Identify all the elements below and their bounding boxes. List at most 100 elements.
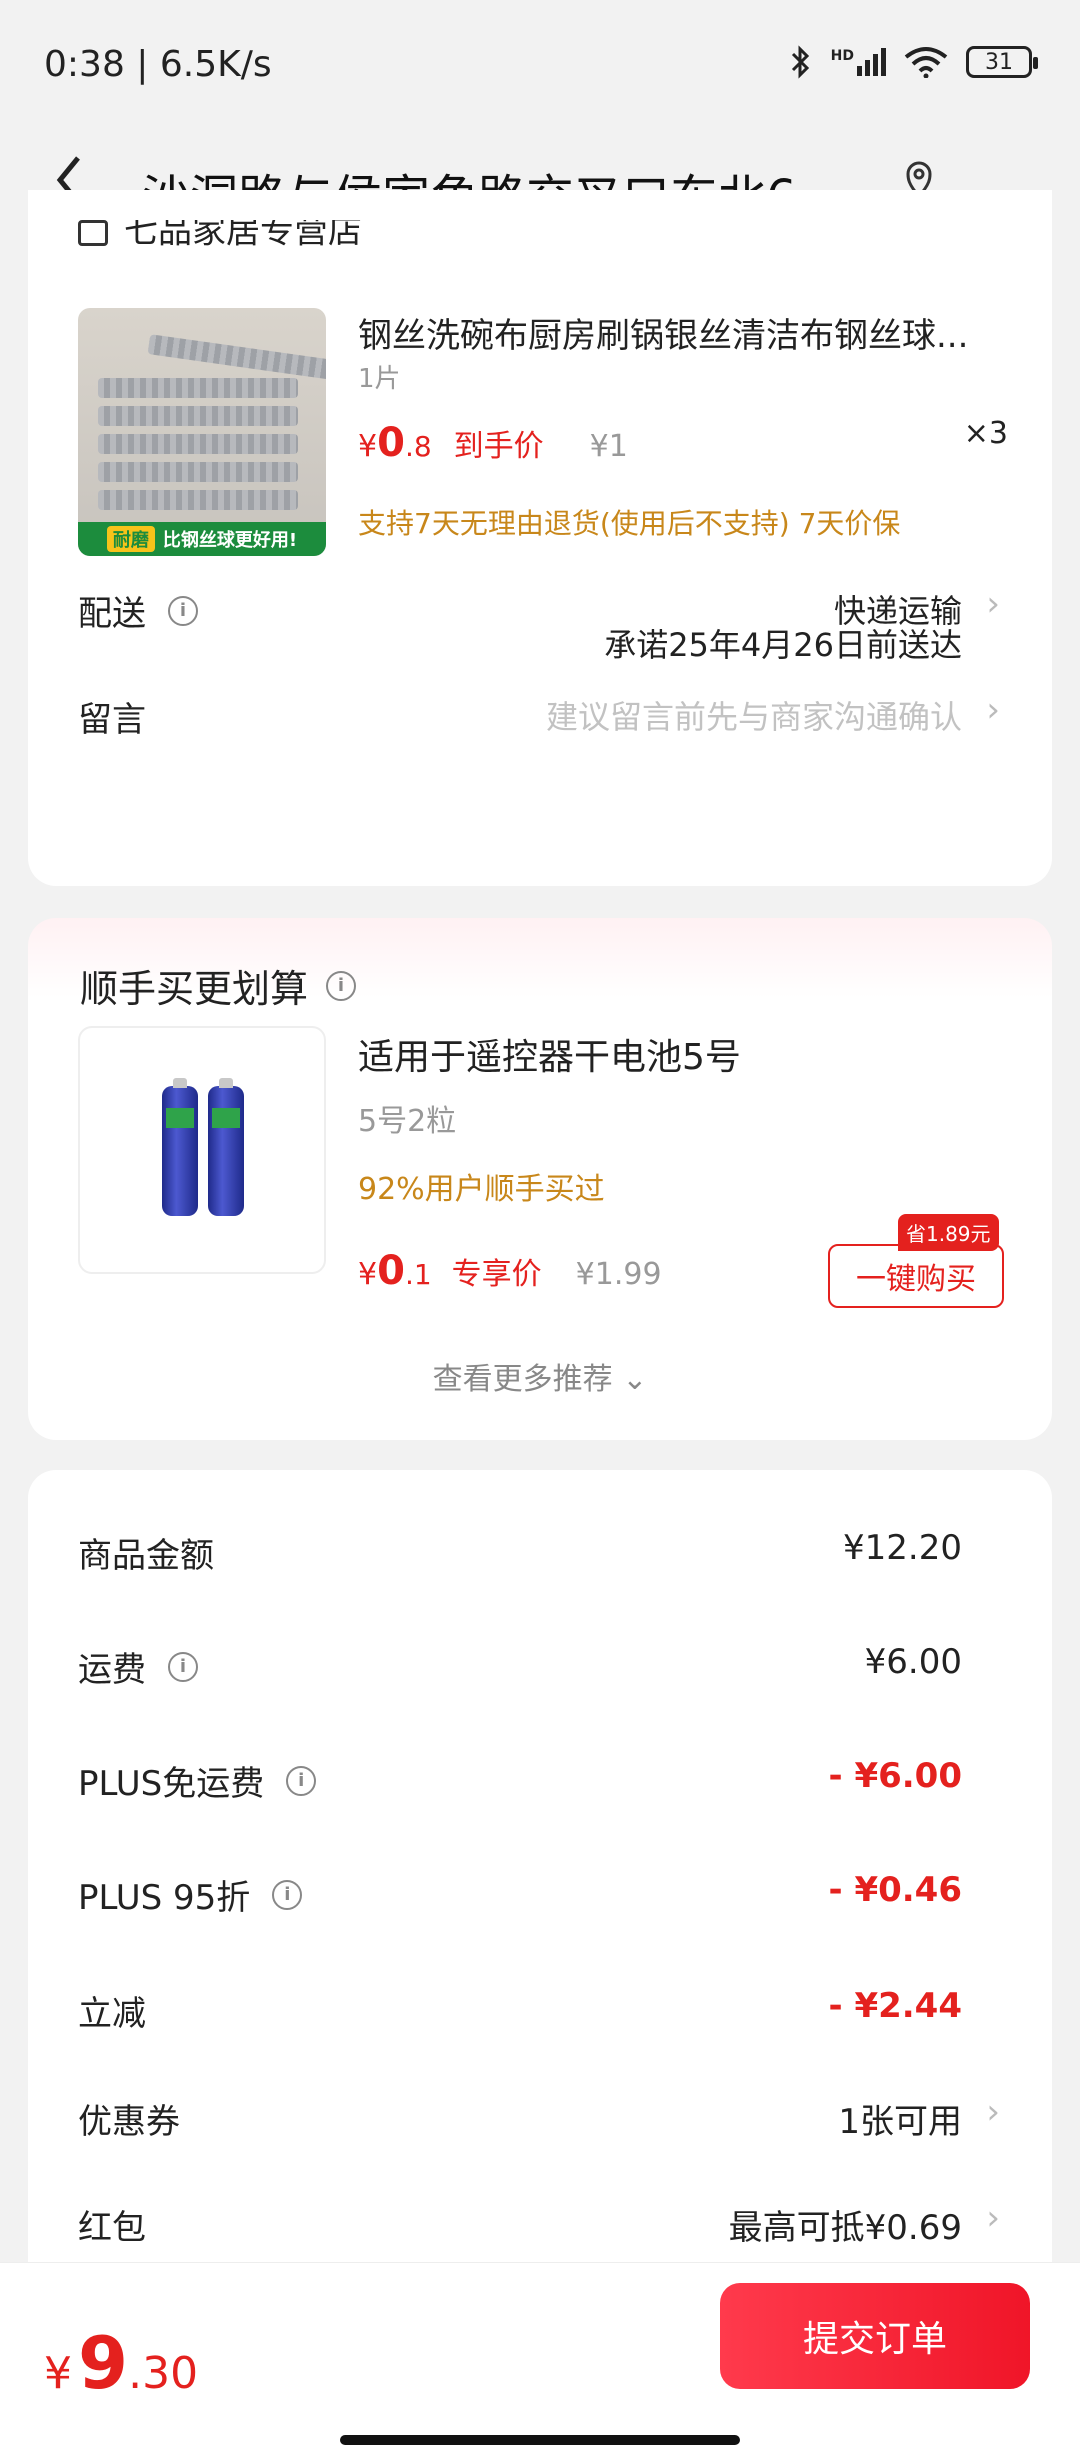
original-price: ¥1 [589, 429, 628, 464]
price-int: 0 [377, 420, 405, 466]
signal-icon: HD [831, 48, 886, 76]
message-label-text: 留言 [78, 700, 146, 740]
store-icon [78, 220, 108, 246]
price-symbol: ¥ [358, 1257, 378, 1292]
summary-label: 商品金额 [78, 1528, 214, 1577]
total-price: ¥9.30 [44, 2321, 198, 2405]
image-cloth [98, 434, 298, 454]
submit-order-button[interactable]: 提交订单 [720, 2283, 1030, 2389]
summary-value: ¥6.00 [864, 1642, 962, 1682]
addon-product-spec: 5号2粒 [358, 1104, 457, 1139]
chevron-right-icon[interactable]: › [986, 690, 1000, 730]
addon-title-text: 顺手买更划算 [80, 967, 309, 1011]
summary-row-plus-free-shipping: PLUS免运费 i - ¥6.00 [28, 1746, 1052, 1806]
bottom-bar: ¥9.30 提交订单 [0, 2262, 1080, 2460]
store-name-text: 七品家居专营店 [124, 220, 362, 252]
delivery-promise: 承诺25年4月26日前送达 [604, 626, 962, 664]
info-icon[interactable]: i [286, 1765, 317, 1796]
summary-label: 红包 [78, 2200, 146, 2249]
price-dec: .8 [404, 430, 432, 463]
price-symbol: ¥ [358, 429, 378, 464]
total-symbol: ¥ [44, 2348, 72, 2399]
addon-title: 顺手买更划算 i [80, 958, 357, 1013]
save-badge: 省1.89元 [898, 1214, 999, 1251]
info-icon[interactable]: i [326, 970, 357, 1001]
summary-label-text: 运费 [78, 1650, 146, 1690]
bluetooth-icon [791, 45, 809, 79]
status-time: 0:38 | 6.5K/s [44, 44, 272, 85]
one-click-buy-button[interactable]: 一键购买 [828, 1244, 1004, 1308]
battery-product-image[interactable] [78, 1026, 326, 1274]
battery-graphic [162, 1078, 198, 1216]
message-input[interactable]: 建议留言前先与商家沟通确认 [546, 692, 962, 738]
summary-label: 优惠券 [78, 2094, 180, 2143]
summary-label-text: PLUS 95折 [78, 1878, 251, 1918]
image-banner-tag: 耐磨 [106, 526, 155, 552]
total-dec: .30 [128, 2348, 199, 2399]
delivery-label: 配送 i [78, 586, 198, 635]
image-cloth [98, 462, 298, 482]
summary-value: - ¥6.00 [828, 1756, 963, 1796]
summary-row-shipping: 运费 i ¥6.00 [28, 1632, 1052, 1692]
summary-value: ¥12.20 [843, 1528, 962, 1568]
more-recommendations-link[interactable]: 查看更多推荐 ⌄ [28, 1354, 1052, 1398]
addon-bought-text: 92%用户顺手买过 [358, 1172, 605, 1207]
summary-row-red-packet[interactable]: 红包 最高可抵¥0.69 › [28, 2190, 1052, 2250]
battery-level: 31 [985, 49, 1013, 75]
summary-label-text: 商品金额 [78, 1536, 214, 1576]
wifi-icon [904, 47, 948, 78]
order-card: 七品家居专营店 耐磨 比钢丝球更好用! 钢丝洗碗布厨房刷锅银丝清洁布钢丝球...… [28, 190, 1052, 886]
summary-value[interactable]: 1张可用 [838, 2094, 962, 2143]
guarantee-text: 支持7天无理由退货(使用后不支持) 7天价保 [358, 507, 901, 540]
info-icon[interactable]: i [168, 595, 198, 626]
summary-value: - ¥2.44 [828, 1986, 963, 2026]
price-tag: 专享价 [451, 1257, 542, 1292]
chevron-right-icon[interactable]: › [986, 2092, 1000, 2132]
summary-label: PLUS 95折 i [78, 1870, 303, 1919]
summary-label-text: 红包 [78, 2208, 146, 2248]
summary-label-text: 立减 [78, 1994, 146, 2034]
status-bar: 0:38 | 6.5K/s HD 31 [0, 0, 1080, 130]
summary-value: - ¥0.46 [828, 1870, 963, 1910]
summary-row-instant-discount: 立减 - ¥2.44 [28, 1976, 1052, 2036]
summary-row-goods: 商品金额 ¥12.20 [28, 1518, 1052, 1578]
product-price: ¥0.8 到手价 ¥1 [358, 420, 628, 466]
addon-price: ¥0.1 专享价 ¥1.99 [358, 1248, 662, 1294]
delivery-label-text: 配送 [78, 594, 146, 634]
message-label: 留言 [78, 692, 146, 741]
image-cloth [98, 378, 298, 398]
price-dec: .1 [404, 1258, 432, 1291]
image-cloth [147, 334, 326, 382]
image-cloth [98, 490, 298, 510]
summary-value[interactable]: 最高可抵¥0.69 [729, 2200, 962, 2249]
summary-row-coupon[interactable]: 优惠券 1张可用 › [28, 2084, 1052, 2144]
info-icon[interactable]: i [168, 1651, 198, 1682]
battery-icon: 31 [966, 46, 1038, 78]
store-name[interactable]: 七品家居专营店 [78, 220, 362, 254]
summary-label: PLUS免运费 i [78, 1756, 317, 1805]
summary-row-plus-discount: PLUS 95折 i - ¥0.46 [28, 1860, 1052, 1920]
addon-card: 顺手买更划算 i 适用于遥控器干电池5号 5号2粒 92%用户顺手买过 ¥0.1… [28, 918, 1052, 1440]
battery-graphic [208, 1078, 244, 1216]
chevron-right-icon[interactable]: › [986, 584, 1000, 624]
summary-label: 立减 [78, 1986, 146, 2035]
total-int: 9 [78, 2321, 129, 2405]
info-icon[interactable]: i [272, 1879, 303, 1910]
image-cloth [98, 406, 298, 426]
original-price: ¥1.99 [575, 1257, 662, 1292]
summary-label-text: PLUS免运费 [78, 1764, 265, 1804]
product-image[interactable]: 耐磨 比钢丝球更好用! [78, 308, 326, 556]
price-int: 0 [377, 1248, 405, 1294]
image-banner-text: 比钢丝球更好用! [162, 530, 298, 551]
product-spec: 1片 [358, 364, 401, 394]
summary-label-text: 优惠券 [78, 2102, 180, 2142]
price-tag: 到手价 [453, 429, 544, 464]
product-title[interactable]: 钢丝洗碗布厨房刷锅银丝清洁布钢丝球... [358, 308, 998, 357]
image-banner: 耐磨 比钢丝球更好用! [78, 522, 326, 556]
addon-product-title[interactable]: 适用于遥控器干电池5号 [358, 1028, 741, 1080]
home-indicator[interactable] [340, 2435, 740, 2445]
product-quantity: ×3 [963, 416, 1008, 451]
summary-label: 运费 i [78, 1642, 198, 1691]
chevron-right-icon[interactable]: › [986, 2198, 1000, 2238]
status-icons: HD 31 [789, 44, 1038, 80]
